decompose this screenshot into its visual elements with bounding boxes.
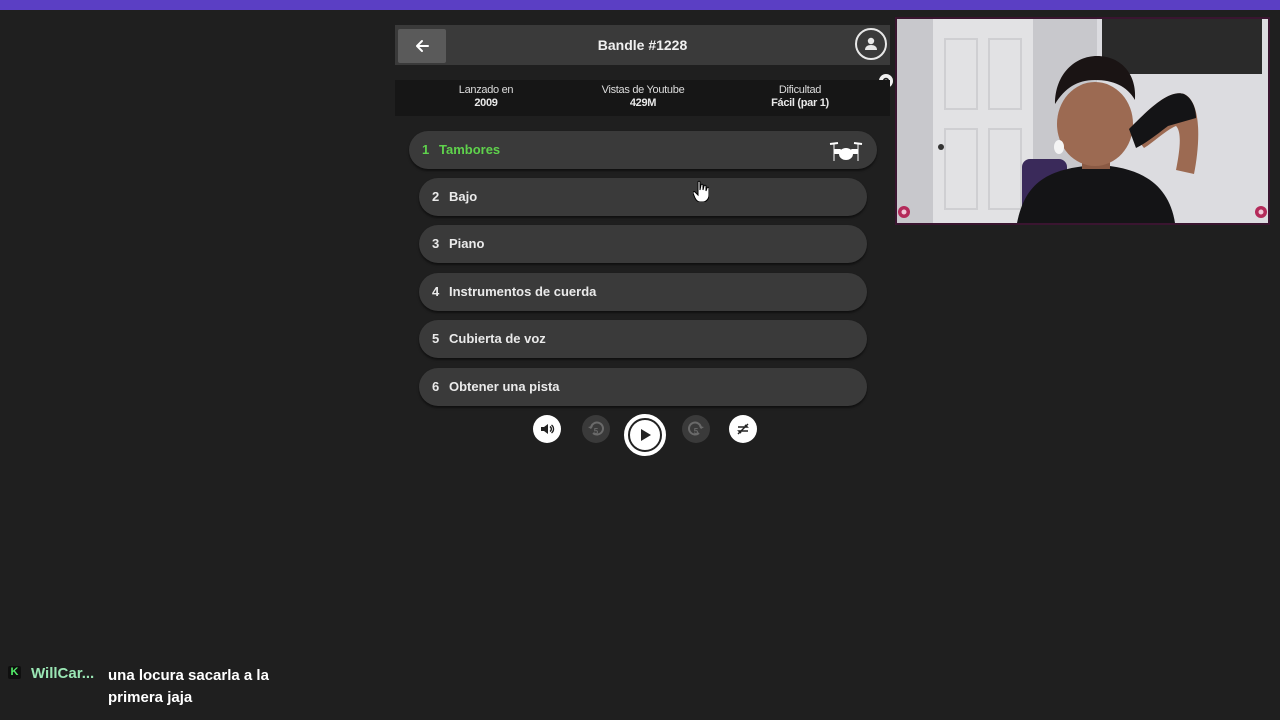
track-name: Tambores xyxy=(439,142,501,157)
svg-text:5: 5 xyxy=(594,427,599,436)
play-button[interactable] xyxy=(624,414,666,456)
repeat-button[interactable] xyxy=(729,415,757,443)
volume-button[interactable] xyxy=(533,415,561,443)
play-button-ring xyxy=(628,418,662,452)
repeat-icon xyxy=(737,423,749,435)
top-accent-bar xyxy=(0,0,1280,10)
svg-text:5: 5 xyxy=(694,427,699,436)
play-icon xyxy=(641,429,651,441)
flower-decoration-icon xyxy=(1255,206,1267,218)
webcam-video-image xyxy=(897,19,1268,223)
user-icon xyxy=(865,37,877,50)
track-name: Piano xyxy=(449,236,485,251)
track-row-3[interactable]: 3 Piano xyxy=(419,225,867,263)
track-number: 6 xyxy=(432,379,440,394)
stat-label: Dificultad xyxy=(778,84,822,96)
track-name: Instrumentos de cuerda xyxy=(449,284,597,299)
track-number: 3 xyxy=(432,236,440,251)
forward-5-button[interactable]: 5 xyxy=(682,415,710,443)
chat-badge-icon: K xyxy=(8,666,21,679)
track-name: Bajo xyxy=(449,189,478,204)
drum-kit-icon xyxy=(829,142,863,161)
rewind-5-button[interactable]: 5 xyxy=(582,415,610,443)
stat-label: Vistas de Youtube xyxy=(601,84,685,96)
track-number: 4 xyxy=(432,284,440,299)
track-number: 5 xyxy=(432,331,440,346)
forward-5-icon: 5 xyxy=(688,421,704,436)
chat-text: una locura sacarla a la primera jaja xyxy=(108,667,269,706)
rewind-5-icon: 5 xyxy=(588,421,604,436)
track-row-5[interactable]: 5 Cubierta de voz xyxy=(419,320,867,358)
page-title: Bandle #1228 xyxy=(597,37,688,53)
track-row-4[interactable]: 4 Instrumentos de cuerda xyxy=(419,273,867,311)
volume-icon xyxy=(541,424,555,434)
track-number: 1 xyxy=(422,142,430,157)
arrow-left-icon xyxy=(416,40,429,52)
stat-release: Lanzado en 2009 xyxy=(416,84,556,110)
track-row-6[interactable]: 6 Obtener una pista xyxy=(419,368,867,406)
stat-value: 2009 xyxy=(474,97,498,109)
game-header: Bandle #1228 xyxy=(395,25,890,65)
flower-decoration-icon xyxy=(898,206,910,218)
track-name: Cubierta de voz xyxy=(449,331,546,346)
track-number: 2 xyxy=(432,189,440,204)
stat-youtube-views: Vistas de Youtube 429M xyxy=(573,84,713,110)
chat-username: WillCar... xyxy=(31,665,95,682)
song-stats: Lanzado en 2009 Vistas de Youtube 429M D… xyxy=(395,80,890,116)
track-row-1[interactable]: 1 Tambores xyxy=(409,131,877,169)
stat-difficulty: Dificultad Fácil (par 1) xyxy=(730,84,870,110)
track-row-2[interactable]: 2 Bajo xyxy=(419,178,867,216)
webcam-overlay xyxy=(895,17,1270,225)
back-button[interactable] xyxy=(398,29,446,63)
stat-label: Lanzado en xyxy=(458,84,514,96)
track-name: Obtener una pista xyxy=(449,379,560,394)
stat-value: Fácil (par 1) xyxy=(771,97,829,109)
cursor-hand-icon xyxy=(693,180,709,202)
stat-value: 429M xyxy=(629,97,657,109)
profile-button[interactable] xyxy=(855,28,887,60)
